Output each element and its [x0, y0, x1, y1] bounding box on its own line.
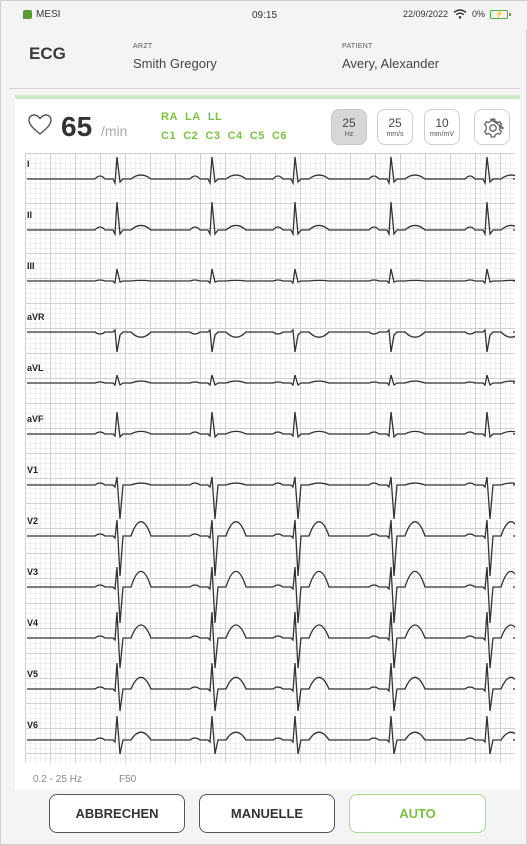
ecg-trace-v6: [27, 715, 515, 755]
ecg-trace-avl: [27, 374, 515, 387]
patient-label: PATIENT: [342, 43, 373, 50]
electrode-ra: RA: [161, 111, 178, 123]
lead-label-v4: V4: [27, 618, 39, 628]
heart-icon: [28, 114, 52, 135]
electrode-c5: C5: [249, 130, 265, 142]
lead-label-avl: aVL: [27, 363, 44, 373]
electrode-c1: C1: [161, 130, 177, 142]
patient-name: Avery, Alexander: [342, 56, 440, 71]
chest-electrodes: C1 C2 C3 C4 C5 C6: [161, 130, 287, 142]
filter-value: 25: [342, 116, 356, 130]
lead-label-v3: V3: [27, 567, 39, 577]
electrode-c6: C6: [271, 130, 287, 142]
battery-percent: 0%: [471, 9, 485, 19]
notch-filter-info: F50: [119, 774, 137, 785]
electrode-ll: LL: [207, 111, 223, 123]
status-date: 22/09/2022: [402, 9, 448, 19]
gain-button[interactable]: 10 mm/mV: [424, 109, 460, 145]
gear-icon: [483, 118, 504, 138]
status-bar: MESI 09:15 22/09/2022 0% ⚡: [1, 1, 527, 29]
manual-button[interactable]: MANUELLE: [199, 794, 335, 833]
lead-label-iii: III: [27, 261, 35, 271]
ecg-trace-v5: [27, 662, 515, 712]
doctor-label: ARZT: [133, 43, 153, 50]
status-right: 22/09/2022 0% ⚡: [402, 9, 511, 19]
speed-button[interactable]: 25 mm/s: [377, 109, 413, 145]
lead-label-v2: V2: [27, 516, 39, 526]
ecg-trace-v1: [27, 476, 515, 520]
app-frame: MESI 09:15 22/09/2022 0% ⚡ ECG ARZT Smit…: [0, 0, 527, 845]
wifi-icon: [453, 9, 467, 19]
lead-label-ii: II: [27, 210, 33, 220]
lead-label-avr: aVR: [27, 312, 45, 322]
gain-unit: mm/mV: [429, 131, 455, 138]
heart-rate-value: 65: [61, 111, 93, 142]
ecg-trace-avr: [27, 328, 515, 353]
ecg-trace-v2: [27, 519, 515, 577]
lead-label-v5: V5: [27, 669, 39, 679]
electrode-c4: C4: [227, 130, 243, 142]
doctor-name: Smith Gregory: [133, 56, 217, 71]
speed-unit: mm/s: [386, 131, 404, 138]
gain-value: 10: [435, 116, 449, 130]
lead-label-v6: V6: [27, 720, 39, 730]
ecg-trace-iii: [27, 268, 515, 285]
ecg-chart: I II III aVR aVL aVF V1 V2 V3 V4 V5 V6: [25, 153, 515, 763]
lead-label-avf: aVF: [27, 414, 44, 424]
patient-header: ECG ARZT Smith Gregory PATIENT Avery, Al…: [9, 29, 520, 89]
battery-icon: ⚡: [490, 9, 511, 19]
filter-button[interactable]: 25 Hz: [331, 109, 367, 145]
ecg-trace-v3: [27, 566, 515, 624]
ecg-trace-i: [27, 156, 515, 186]
cancel-button[interactable]: ABBRECHEN: [49, 794, 185, 833]
filter-unit: Hz: [344, 131, 354, 138]
speed-value: 25: [388, 116, 402, 130]
page-title: ECG: [29, 44, 66, 63]
ecg-panel: 65 /min RA LA LL C1 C2 C3 C4 C5 C6 25 Hz…: [15, 95, 520, 790]
limb-electrodes: RA LA LL: [161, 111, 222, 123]
heart-rate-unit: /min: [101, 123, 128, 139]
ecg-trace-ii: [27, 201, 515, 237]
settings-button[interactable]: [474, 109, 510, 145]
lead-label-i: I: [27, 159, 30, 169]
electrode-la: LA: [185, 111, 201, 123]
electrode-c2: C2: [183, 130, 199, 142]
lead-label-v1: V1: [27, 465, 39, 475]
ecg-trace-avf: [27, 411, 515, 439]
ecg-traces: [27, 156, 515, 755]
ecg-trace-v4: [27, 611, 515, 669]
bandwidth-info: 0.2 - 25 Hz: [33, 774, 82, 785]
electrode-c3: C3: [205, 130, 221, 142]
auto-button[interactable]: AUTO: [349, 794, 486, 833]
